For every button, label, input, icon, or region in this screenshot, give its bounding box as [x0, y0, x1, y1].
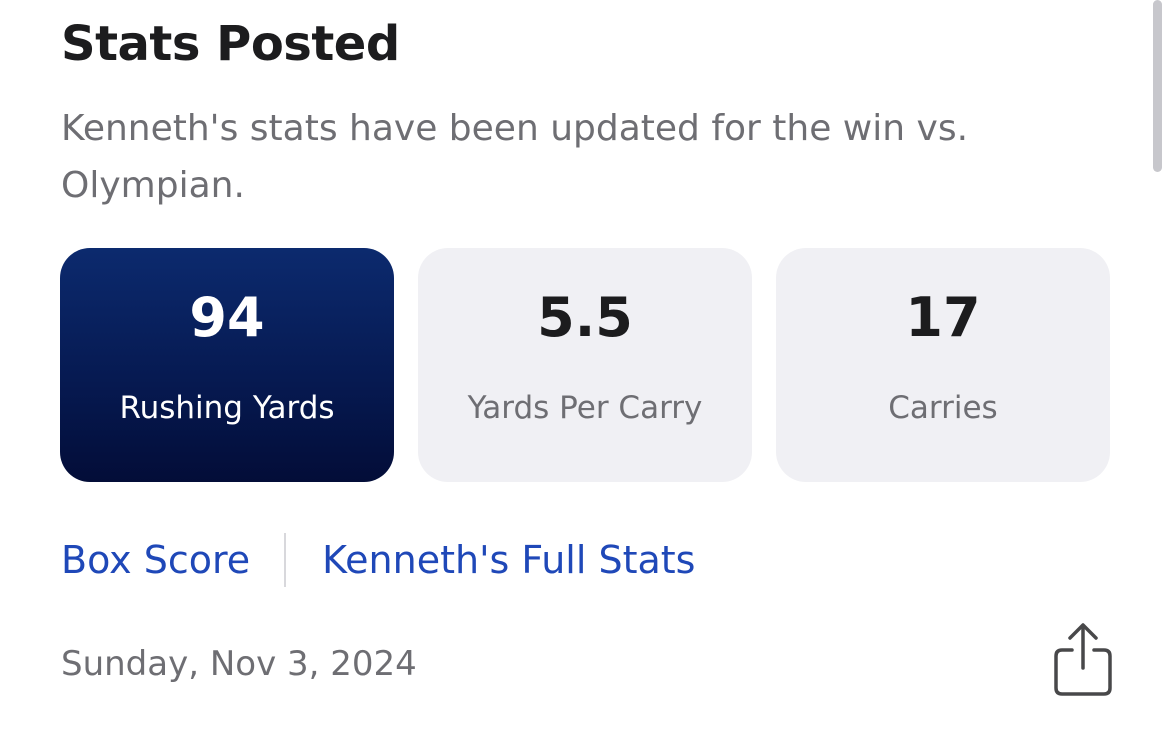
stat-value: 5.5 — [537, 286, 633, 349]
stat-label: Rushing Yards — [119, 390, 335, 426]
stat-value: 17 — [905, 286, 981, 349]
stats-posted-card: Stats Posted Kenneth's stats have been u… — [0, 0, 1170, 736]
box-score-link[interactable]: Box Score — [61, 538, 250, 582]
stat-label: Carries — [888, 390, 998, 426]
stats-row: 94 Rushing Yards 5.5 Yards Per Carry 17 … — [60, 248, 1110, 482]
links-row: Box Score Kenneth's Full Stats — [61, 532, 695, 588]
share-icon[interactable] — [1050, 620, 1116, 700]
full-stats-link[interactable]: Kenneth's Full Stats — [322, 538, 695, 582]
post-date: Sunday, Nov 3, 2024 — [61, 644, 417, 684]
scrollbar[interactable] — [1153, 0, 1162, 172]
card-subtitle: Kenneth's stats have been updated for th… — [61, 108, 969, 206]
card-title: Stats Posted — [61, 16, 400, 72]
stat-label: Yards Per Carry — [467, 390, 703, 426]
link-divider — [284, 533, 287, 587]
stat-tile-carries[interactable]: 17 Carries — [776, 248, 1110, 482]
stat-tile-rushing-yards[interactable]: 94 Rushing Yards — [60, 248, 394, 482]
stat-value: 94 — [189, 286, 265, 349]
stat-tile-yards-per-carry[interactable]: 5.5 Yards Per Carry — [418, 248, 752, 482]
